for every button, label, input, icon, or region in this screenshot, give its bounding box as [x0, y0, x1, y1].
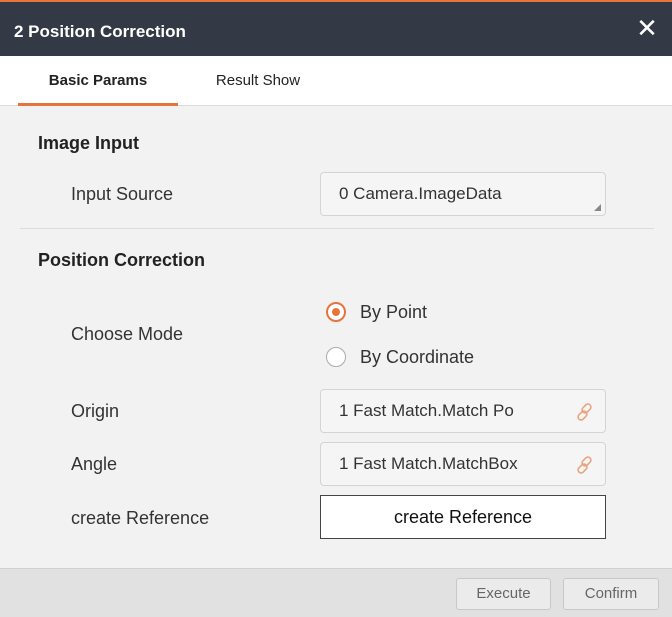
angle-label: Angle — [71, 454, 118, 474]
origin-label: Origin — [71, 401, 120, 421]
section-position-correction: Position Correction — [38, 250, 206, 270]
input-source-label: Input Source — [71, 184, 174, 204]
title-bar: 2 Position Correction ✕ — [0, 0, 672, 56]
tab-basic-params[interactable]: Basic Params — [18, 56, 178, 106]
link-icon[interactable] — [575, 455, 595, 475]
input-source-value: 0 Camera.ImageData — [339, 184, 502, 203]
radio-by-coordinate-label: By Coordinate — [360, 347, 475, 367]
origin-value: 1 Fast Match.Match Po — [339, 401, 514, 420]
section-image-input: Image Input — [38, 133, 140, 153]
create-reference-button[interactable]: create Reference — [320, 495, 606, 539]
footer: Execute Confirm — [0, 568, 672, 617]
origin-field[interactable]: 1 Fast Match.Match Po — [320, 389, 606, 433]
close-icon[interactable]: ✕ — [634, 15, 660, 41]
tab-bar: Basic Params Result Show — [0, 56, 672, 106]
divider — [20, 228, 654, 229]
tab-result-show[interactable]: Result Show — [188, 56, 328, 106]
confirm-button[interactable]: Confirm — [563, 578, 659, 610]
params-panel: Image Input Input Source 0 Camera.ImageD… — [0, 106, 672, 568]
angle-value: 1 Fast Match.MatchBox — [339, 454, 518, 473]
link-icon[interactable] — [575, 402, 595, 422]
create-reference-label: create Reference — [71, 508, 210, 528]
choose-mode-label: Choose Mode — [71, 324, 184, 344]
execute-button[interactable]: Execute — [456, 578, 551, 610]
radio-unchecked-icon — [326, 347, 346, 367]
window-title: 2 Position Correction — [14, 22, 186, 41]
radio-checked-icon — [326, 302, 346, 322]
angle-field[interactable]: 1 Fast Match.MatchBox — [320, 442, 606, 486]
input-source-select[interactable]: 0 Camera.ImageData — [320, 172, 606, 216]
radio-by-point-label: By Point — [360, 302, 428, 322]
dropdown-corner-icon — [594, 204, 601, 211]
